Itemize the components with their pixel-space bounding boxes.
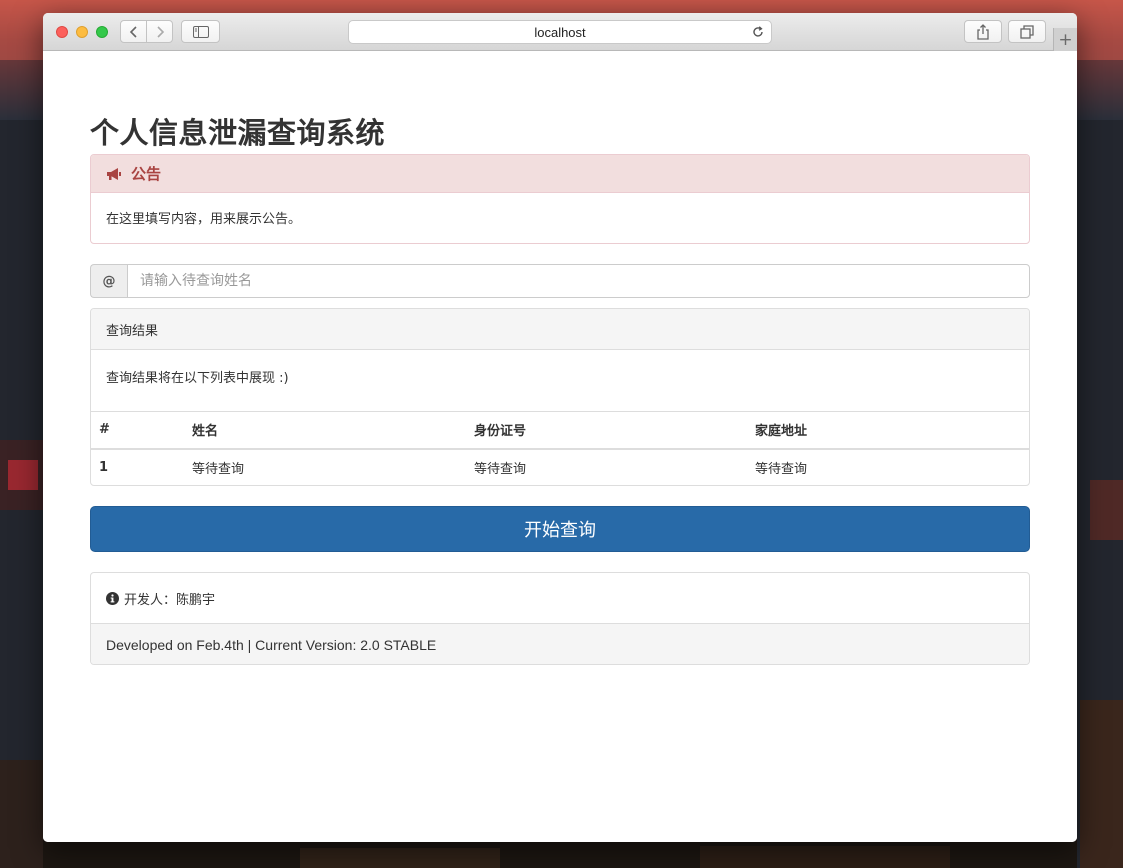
chevron-left-icon bbox=[129, 25, 137, 38]
results-header: 查询结果 bbox=[91, 309, 1029, 350]
notice-panel: 公告 在这里填写内容，用来展示公告。 bbox=[90, 154, 1030, 244]
developer-text: 开发人：陈鹏宇 bbox=[124, 592, 216, 608]
developer-info: 开发人：陈鹏宇 bbox=[91, 573, 1029, 624]
plus-icon: + bbox=[1058, 29, 1073, 50]
column-header-index: # bbox=[91, 411, 184, 450]
footer-panel: 开发人：陈鹏宇 Developed on Feb.4th | Current V… bbox=[90, 572, 1030, 665]
results-table: # 姓名 身份证号 家庭地址 1 等待查询 等待查询 等待查询 bbox=[91, 411, 1029, 486]
version-info: Developed on Feb.4th | Current Version: … bbox=[91, 624, 1029, 664]
name-search-input[interactable] bbox=[127, 264, 1030, 298]
notice-header: 公告 bbox=[91, 155, 1029, 193]
notice-body: 在这里填写内容，用来展示公告。 bbox=[106, 212, 302, 227]
column-header-id-number: 身份证号 bbox=[466, 411, 747, 450]
chevron-right-icon bbox=[156, 25, 164, 38]
at-addon: @ bbox=[90, 264, 127, 298]
back-button[interactable] bbox=[120, 20, 147, 43]
results-description: 查询结果将在以下列表中展现 :) bbox=[106, 371, 289, 386]
start-query-button[interactable]: 开始查询 bbox=[90, 506, 1030, 552]
page-content: 个人信息泄漏查询系统 公告 在这里填写内容，用来展示公告。 @ 查询结果 查询结… bbox=[43, 52, 1077, 842]
bullhorn-icon bbox=[105, 167, 123, 181]
cell-index: 1 bbox=[99, 460, 109, 475]
table-row: 1 等待查询 等待查询 等待查询 bbox=[91, 449, 1029, 486]
results-panel: 查询结果 查询结果将在以下列表中展现 :) # 姓名 身份证号 家庭地址 1 等… bbox=[90, 308, 1030, 486]
search-input-group: @ bbox=[90, 264, 1030, 298]
share-icon bbox=[977, 23, 989, 40]
tabs-icon bbox=[1020, 24, 1034, 39]
notice-heading: 公告 bbox=[131, 165, 162, 183]
sidebar-toggle-button[interactable] bbox=[181, 20, 220, 43]
table-header-row: # 姓名 身份证号 家庭地址 bbox=[91, 411, 1029, 450]
page-title: 个人信息泄漏查询系统 bbox=[90, 116, 386, 150]
info-circle-icon bbox=[106, 591, 119, 605]
minimize-window-button[interactable] bbox=[76, 26, 88, 38]
forward-button[interactable] bbox=[146, 20, 173, 43]
new-tab-button[interactable]: + bbox=[1053, 28, 1077, 51]
column-header-name: 姓名 bbox=[184, 411, 466, 450]
cell-name: 等待查询 bbox=[192, 462, 245, 477]
cell-address: 等待查询 bbox=[755, 462, 808, 477]
close-window-button[interactable] bbox=[56, 26, 68, 38]
url-text: localhost bbox=[534, 24, 586, 40]
reload-icon[interactable] bbox=[751, 25, 765, 39]
address-bar[interactable]: localhost bbox=[348, 20, 772, 44]
browser-toolbar: localhost + bbox=[43, 13, 1077, 51]
zoom-window-button[interactable] bbox=[96, 26, 108, 38]
browser-window: localhost + 个人信息泄漏查询系统 公告 在这里填写内容，用来展示公告… bbox=[43, 13, 1077, 842]
column-header-address: 家庭地址 bbox=[747, 411, 1029, 450]
cell-id-number: 等待查询 bbox=[474, 462, 527, 477]
sidebar-icon bbox=[192, 25, 209, 38]
share-button[interactable] bbox=[964, 20, 1002, 43]
show-tabs-button[interactable] bbox=[1008, 20, 1046, 43]
